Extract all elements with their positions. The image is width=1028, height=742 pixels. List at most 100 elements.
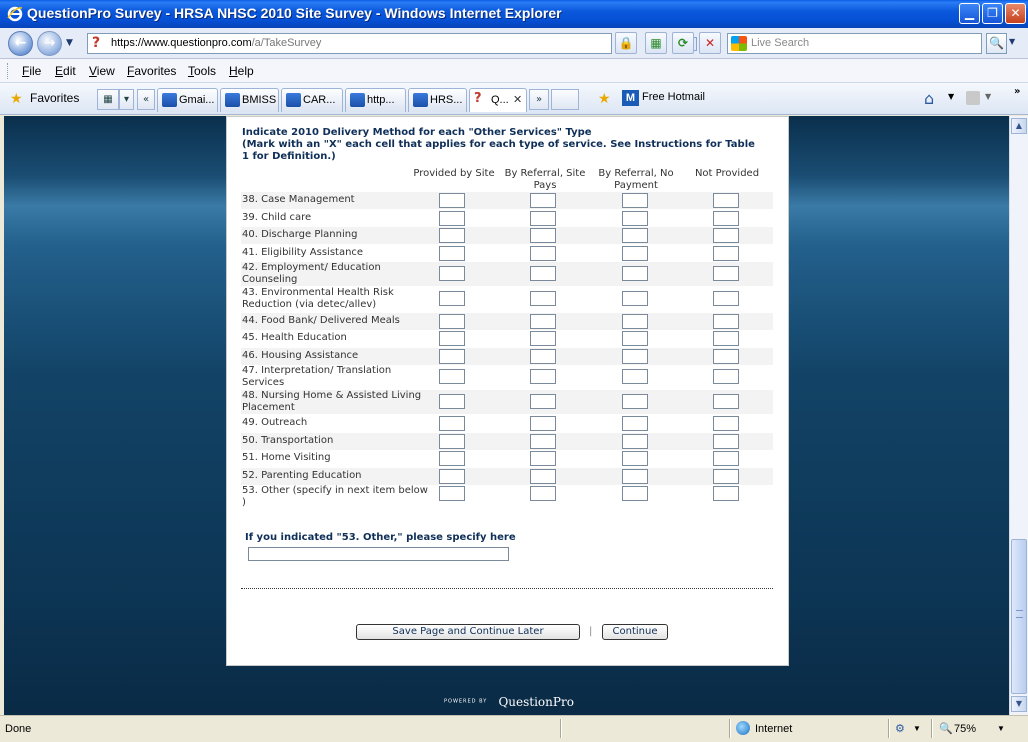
cell-provided-by-site[interactable] [439,193,465,208]
cell-referral-no-payment[interactable] [622,266,648,281]
cell-provided-by-site[interactable] [439,469,465,484]
menu-file[interactable]: File [22,64,41,78]
new-tab-button[interactable] [551,89,579,110]
stop-icon[interactable]: ✕ [699,32,721,54]
zoom-dropdown-icon[interactable]: ▼ [997,724,1005,733]
cell-referral-site-pays[interactable] [530,349,556,364]
cell-provided-by-site[interactable] [439,416,465,431]
compatibility-view-icon[interactable]: ▦ [645,32,667,54]
recent-pages-dropdown-icon[interactable]: ▼ [66,38,73,48]
search-input[interactable]: Live Search [727,33,982,54]
cell-not-provided[interactable] [713,451,739,466]
tab-list-dropdown-icon[interactable]: ▾ [119,89,134,110]
cell-referral-no-payment[interactable] [622,291,648,306]
cell-not-provided[interactable] [713,486,739,501]
scroll-down-arrow-icon[interactable]: ▼ [1011,696,1027,712]
close-tab-icon[interactable]: ✕ [513,93,522,106]
cell-referral-no-payment[interactable] [622,469,648,484]
cell-not-provided[interactable] [713,369,739,384]
menu-help[interactable]: Help [229,64,254,78]
refresh-icon[interactable]: ⟳ [672,32,694,54]
cell-provided-by-site[interactable] [439,291,465,306]
cell-referral-no-payment[interactable] [622,486,648,501]
cell-not-provided[interactable] [713,434,739,449]
cell-provided-by-site[interactable] [439,486,465,501]
tab-hrs[interactable]: HRS... [408,88,467,112]
cell-referral-site-pays[interactable] [530,451,556,466]
cell-provided-by-site[interactable] [439,349,465,364]
add-favorite-star-icon[interactable]: ★ [598,91,611,107]
cell-referral-no-payment[interactable] [622,451,648,466]
cell-not-provided[interactable] [713,416,739,431]
cell-referral-no-payment[interactable] [622,349,648,364]
favorites-button[interactable]: Favorites [30,91,79,105]
search-icon[interactable]: 🔍 [986,33,1007,54]
maximize-button[interactable]: ❐ [982,3,1003,24]
search-options-dropdown-icon[interactable]: ▼ [1009,37,1015,46]
cell-referral-site-pays[interactable] [530,469,556,484]
menu-view[interactable]: View [89,64,115,78]
menu-tools[interactable]: Tools [188,64,216,78]
other-specify-input[interactable] [248,547,509,561]
cell-referral-site-pays[interactable] [530,434,556,449]
cell-referral-no-payment[interactable] [622,416,648,431]
cell-referral-no-payment[interactable] [622,331,648,346]
cell-referral-no-payment[interactable] [622,369,648,384]
scroll-thumb[interactable] [1011,539,1027,694]
zoom-level[interactable]: 75% [954,723,976,735]
cell-provided-by-site[interactable] [439,394,465,409]
cell-not-provided[interactable] [713,331,739,346]
cell-referral-no-payment[interactable] [622,211,648,226]
cell-not-provided[interactable] [713,246,739,261]
minimize-button[interactable]: ▁ [959,3,980,24]
tab-gmail[interactable]: Gmai... [157,88,218,112]
tab-car[interactable]: CAR... [281,88,343,112]
cell-not-provided[interactable] [713,193,739,208]
cell-not-provided[interactable] [713,314,739,329]
cell-not-provided[interactable] [713,266,739,281]
cell-provided-by-site[interactable] [439,314,465,329]
protected-mode-icon[interactable]: ⚙ [895,722,905,735]
cell-referral-site-pays[interactable] [530,314,556,329]
home-icon[interactable]: ⌂ [924,89,934,108]
cell-referral-site-pays[interactable] [530,331,556,346]
tab-http[interactable]: http... [345,88,406,112]
vertical-scrollbar[interactable]: ▲ ▼ [1009,116,1028,715]
cell-referral-no-payment[interactable] [622,193,648,208]
cell-referral-site-pays[interactable] [530,266,556,281]
cell-provided-by-site[interactable] [439,434,465,449]
cell-not-provided[interactable] [713,211,739,226]
cell-referral-site-pays[interactable] [530,211,556,226]
tab-bmiss[interactable]: BMISS [220,88,279,112]
rss-feed-icon[interactable] [966,91,980,105]
quick-tabs-icon[interactable]: ▦ [97,89,119,110]
cell-provided-by-site[interactable] [439,266,465,281]
cell-not-provided[interactable] [713,291,739,306]
cell-provided-by-site[interactable] [439,211,465,226]
security-zone-label[interactable]: Internet [755,723,792,735]
security-lock-icon[interactable]: 🔒 [615,32,637,54]
scroll-up-arrow-icon[interactable]: ▲ [1011,118,1027,134]
cell-referral-site-pays[interactable] [530,369,556,384]
cell-provided-by-site[interactable] [439,369,465,384]
close-window-button[interactable]: ✕ [1005,3,1026,24]
cell-referral-site-pays[interactable] [530,246,556,261]
cell-referral-site-pays[interactable] [530,291,556,306]
cell-provided-by-site[interactable] [439,228,465,243]
scroll-tabs-left-icon[interactable]: « [137,89,155,110]
cell-referral-site-pays[interactable] [530,193,556,208]
protected-mode-dropdown-icon[interactable]: ▼ [913,724,921,733]
save-continue-later-button[interactable]: Save Page and Continue Later [356,624,580,640]
cell-referral-no-payment[interactable] [622,394,648,409]
cell-referral-no-payment[interactable] [622,434,648,449]
tab-questionpro-active[interactable]: ? Q... ✕ [469,88,527,112]
cell-referral-site-pays[interactable] [530,228,556,243]
feed-dropdown-icon[interactable]: ▼ [985,92,991,101]
free-hotmail-link[interactable]: Free Hotmail [642,91,705,103]
cell-provided-by-site[interactable] [439,331,465,346]
cell-referral-site-pays[interactable] [530,394,556,409]
cell-not-provided[interactable] [713,469,739,484]
cell-referral-no-payment[interactable] [622,246,648,261]
zoom-magnifier-icon[interactable]: 🔍 [939,722,953,735]
favorites-star-icon[interactable]: ★ [10,91,23,107]
